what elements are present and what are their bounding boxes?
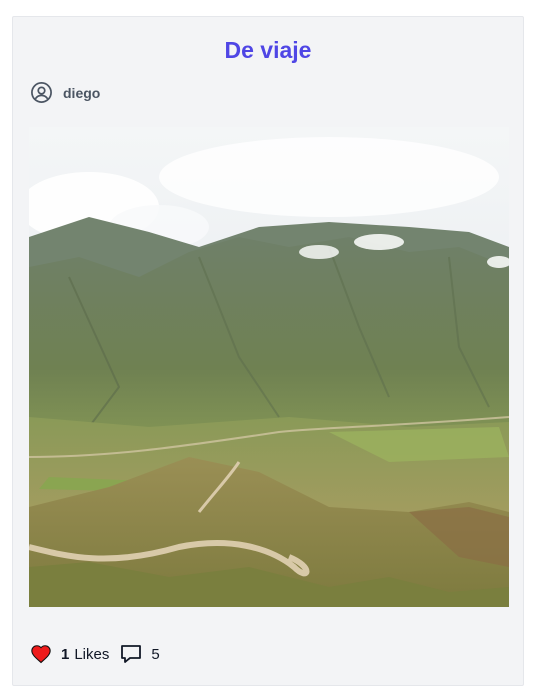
author-link[interactable]: diego (30, 81, 100, 104)
post-image[interactable] (29, 127, 509, 607)
post-title: De viaje (224, 37, 312, 63)
like-label: Likes (74, 645, 110, 663)
like-count: 1 (61, 645, 70, 663)
heart-icon (30, 643, 52, 665)
user-circle-icon (30, 81, 53, 104)
comment-count: 5 (151, 645, 160, 663)
like-button[interactable]: 1 Likes (30, 643, 109, 665)
comment-button[interactable]: 5 (119, 642, 160, 666)
author-name: diego (63, 84, 101, 101)
post-card: De viaje diego 1 Likes 5 (12, 16, 524, 686)
post-actions: 1 Likes 5 (30, 642, 160, 666)
comment-icon (119, 642, 143, 666)
